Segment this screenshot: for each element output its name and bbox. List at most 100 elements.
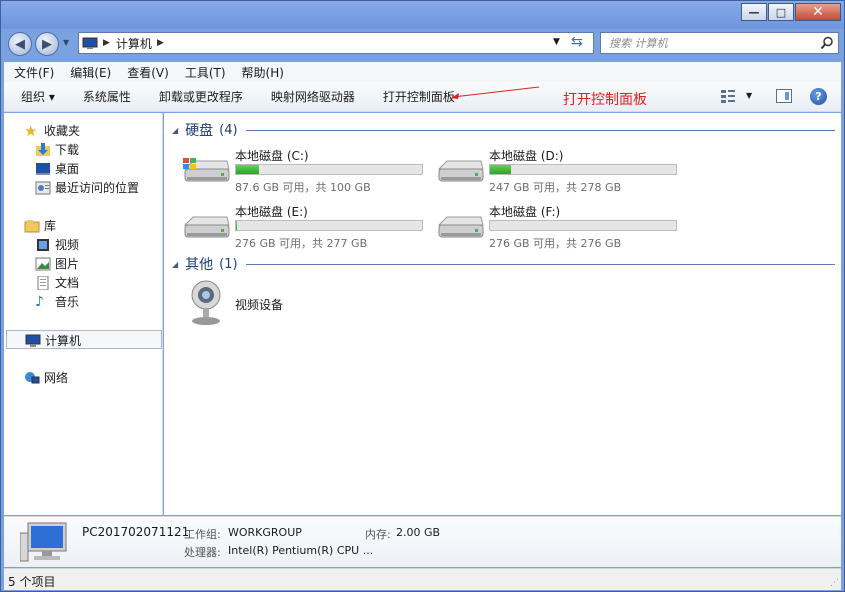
workgroup-label: 工作组: bbox=[184, 528, 221, 541]
content-pane: ◢ 硬盘 (4) 本地磁盘 (C:) 87.6 GB 可用，共 100 GB 本… bbox=[164, 113, 841, 515]
forward-button[interactable]: ▶ bbox=[35, 32, 59, 56]
breadcrumb-separator-icon[interactable]: ▶ bbox=[103, 38, 110, 48]
minimize-button[interactable]: — bbox=[741, 3, 767, 21]
group-title: 硬盘 bbox=[185, 123, 214, 139]
collapse-triangle-icon[interactable]: ◢ bbox=[172, 126, 178, 135]
item-count: 5 个项目 bbox=[8, 575, 56, 589]
breadcrumb-computer[interactable]: 计算机 bbox=[116, 35, 152, 52]
organize-button[interactable]: 组织 ▾ bbox=[21, 88, 55, 105]
drive-size: 247 GB 可用，共 278 GB bbox=[489, 181, 622, 194]
hard-drive-icon bbox=[183, 216, 230, 238]
sidebar-item-label: 最近访问的位置 bbox=[55, 181, 140, 195]
sidebar-item-downloads[interactable]: 下载 bbox=[35, 141, 79, 158]
drive-usage-bar bbox=[235, 220, 423, 231]
close-button[interactable]: ✕ bbox=[795, 3, 841, 21]
group-header-hdd[interactable]: ◢ 硬盘 (4) bbox=[172, 120, 835, 140]
menu-tools[interactable]: 工具(T) bbox=[185, 64, 226, 81]
title-bar[interactable]: — □ ✕ bbox=[1, 1, 844, 29]
sidebar-item-network[interactable]: 网络 bbox=[24, 369, 68, 386]
navigation-bar: ◀ ▶ ▼ ▶ 计算机 ▶ ▼ ⇆ 搜索 计算机 bbox=[1, 29, 844, 59]
change-view-icon[interactable] bbox=[720, 89, 736, 103]
open-control-panel-button[interactable]: 打开控制面板 bbox=[383, 88, 455, 105]
sidebar-item-label: 网络 bbox=[44, 371, 69, 385]
processor-value: Intel(R) Pentium(R) CPU ... bbox=[228, 544, 374, 557]
drive-item-e[interactable]: 本地磁盘 (E:) 276 GB 可用，共 277 GB bbox=[181, 203, 431, 250]
group-count: (4) bbox=[219, 122, 238, 138]
recent-places-icon bbox=[35, 181, 51, 194]
search-icon[interactable] bbox=[820, 36, 834, 50]
sidebar-item-label: 收藏夹 bbox=[44, 124, 81, 138]
video-icon bbox=[37, 238, 49, 251]
music-icon: ♪ bbox=[35, 293, 44, 310]
hard-drive-icon bbox=[437, 160, 484, 182]
navigation-pane: ★ 收藏夹 下载 桌面 最近访问的位置 库 视频 图片 文档 ♪ 音乐 计算机 … bbox=[4, 113, 163, 515]
annotation-label: 打开控制面板 bbox=[563, 92, 647, 108]
computer-name: PC201702071121 bbox=[82, 525, 190, 539]
document-icon bbox=[37, 275, 49, 290]
menu-file[interactable]: 文件(F) bbox=[14, 64, 54, 81]
command-bar: 组织 ▾ 系统属性 卸载或更改程序 映射网络驱动器 打开控制面板 bbox=[4, 82, 841, 112]
arrow-right-icon: ▶ bbox=[42, 36, 52, 52]
arrow-left-icon: ◀ bbox=[15, 36, 25, 52]
sidebar-item-recent[interactable]: 最近访问的位置 bbox=[35, 179, 139, 196]
group-header-other[interactable]: ◢ 其他 (1) bbox=[172, 254, 835, 274]
sidebar-item-pictures[interactable]: 图片 bbox=[35, 255, 79, 272]
group-count: (1) bbox=[219, 256, 238, 272]
memory-label: 内存: bbox=[365, 528, 391, 541]
drive-name: 本地磁盘 (D:) bbox=[489, 149, 564, 163]
webcam-icon[interactable] bbox=[188, 279, 224, 327]
sidebar-item-label: 下载 bbox=[55, 143, 80, 157]
menu-view[interactable]: 查看(V) bbox=[127, 64, 169, 81]
computer-icon bbox=[82, 37, 98, 49]
menu-help[interactable]: 帮助(H) bbox=[242, 64, 284, 81]
sidebar-item-favorites[interactable]: ★ 收藏夹 bbox=[24, 122, 80, 139]
drive-usage-bar bbox=[235, 164, 423, 175]
sidebar-item-libraries[interactable]: 库 bbox=[24, 217, 56, 234]
sidebar-item-videos[interactable]: 视频 bbox=[35, 236, 79, 253]
system-properties-button[interactable]: 系统属性 bbox=[83, 88, 131, 105]
group-divider bbox=[245, 263, 835, 265]
recent-pages-dropdown[interactable]: ▼ bbox=[63, 38, 69, 47]
sidebar-item-label: 计算机 bbox=[45, 334, 82, 348]
sidebar-item-label: 图片 bbox=[55, 257, 80, 271]
processor-label: 处理器: bbox=[184, 546, 221, 559]
sidebar-item-desktop[interactable]: 桌面 bbox=[35, 160, 79, 177]
search-box[interactable]: 搜索 计算机 bbox=[600, 32, 839, 54]
sidebar-item-documents[interactable]: 文档 bbox=[35, 274, 79, 291]
group-divider bbox=[245, 129, 835, 131]
group-title: 其他 bbox=[185, 257, 214, 273]
menu-edit[interactable]: 编辑(E) bbox=[70, 64, 111, 81]
refresh-icon[interactable]: ⇆ bbox=[571, 34, 583, 50]
address-bar[interactable]: ▶ 计算机 ▶ ▼ ⇆ bbox=[78, 32, 594, 54]
resize-grip-icon[interactable]: ⋰ bbox=[830, 578, 839, 588]
sidebar-item-computer[interactable]: 计算机 bbox=[25, 332, 81, 349]
workgroup-value: WORKGROUP bbox=[228, 526, 302, 539]
desktop-icon bbox=[36, 162, 50, 175]
drive-name: 本地磁盘 (C:) bbox=[235, 149, 309, 163]
drive-size: 276 GB 可用，共 277 GB bbox=[235, 237, 368, 250]
drive-usage-fill bbox=[236, 165, 260, 174]
search-placeholder[interactable]: 搜索 计算机 bbox=[609, 35, 668, 51]
drive-item-d[interactable]: 本地磁盘 (D:) 247 GB 可用，共 278 GB bbox=[435, 147, 685, 194]
drive-item-f[interactable]: 本地磁盘 (F:) 276 GB 可用，共 276 GB bbox=[435, 203, 685, 250]
address-dropdown-icon[interactable]: ▼ bbox=[553, 37, 560, 47]
breadcrumb-separator-icon[interactable]: ▶ bbox=[157, 38, 164, 48]
maximize-button[interactable]: □ bbox=[768, 3, 794, 21]
map-network-drive-button[interactable]: 映射网络驱动器 bbox=[271, 88, 355, 105]
view-dropdown-icon[interactable]: ▼ bbox=[746, 91, 752, 100]
drive-item-c[interactable]: 本地磁盘 (C:) 87.6 GB 可用，共 100 GB bbox=[181, 147, 431, 194]
collapse-triangle-icon[interactable]: ◢ bbox=[172, 260, 178, 269]
sidebar-item-label: 桌面 bbox=[55, 162, 80, 176]
computer-icon bbox=[20, 522, 67, 562]
status-bar: 5 个项目 ⋰ bbox=[4, 568, 841, 590]
sidebar-item-label: 视频 bbox=[55, 238, 80, 252]
back-button[interactable]: ◀ bbox=[8, 32, 32, 56]
help-icon[interactable]: ? bbox=[810, 88, 827, 105]
system-drive-icon bbox=[183, 158, 230, 182]
picture-icon bbox=[35, 257, 51, 270]
memory-value: 2.00 GB bbox=[396, 526, 441, 539]
preview-pane-icon[interactable] bbox=[776, 89, 792, 103]
sidebar-item-music[interactable]: ♪ 音乐 bbox=[35, 293, 79, 310]
uninstall-program-button[interactable]: 卸载或更改程序 bbox=[159, 88, 243, 105]
video-device-label[interactable]: 视频设备 bbox=[235, 296, 283, 313]
